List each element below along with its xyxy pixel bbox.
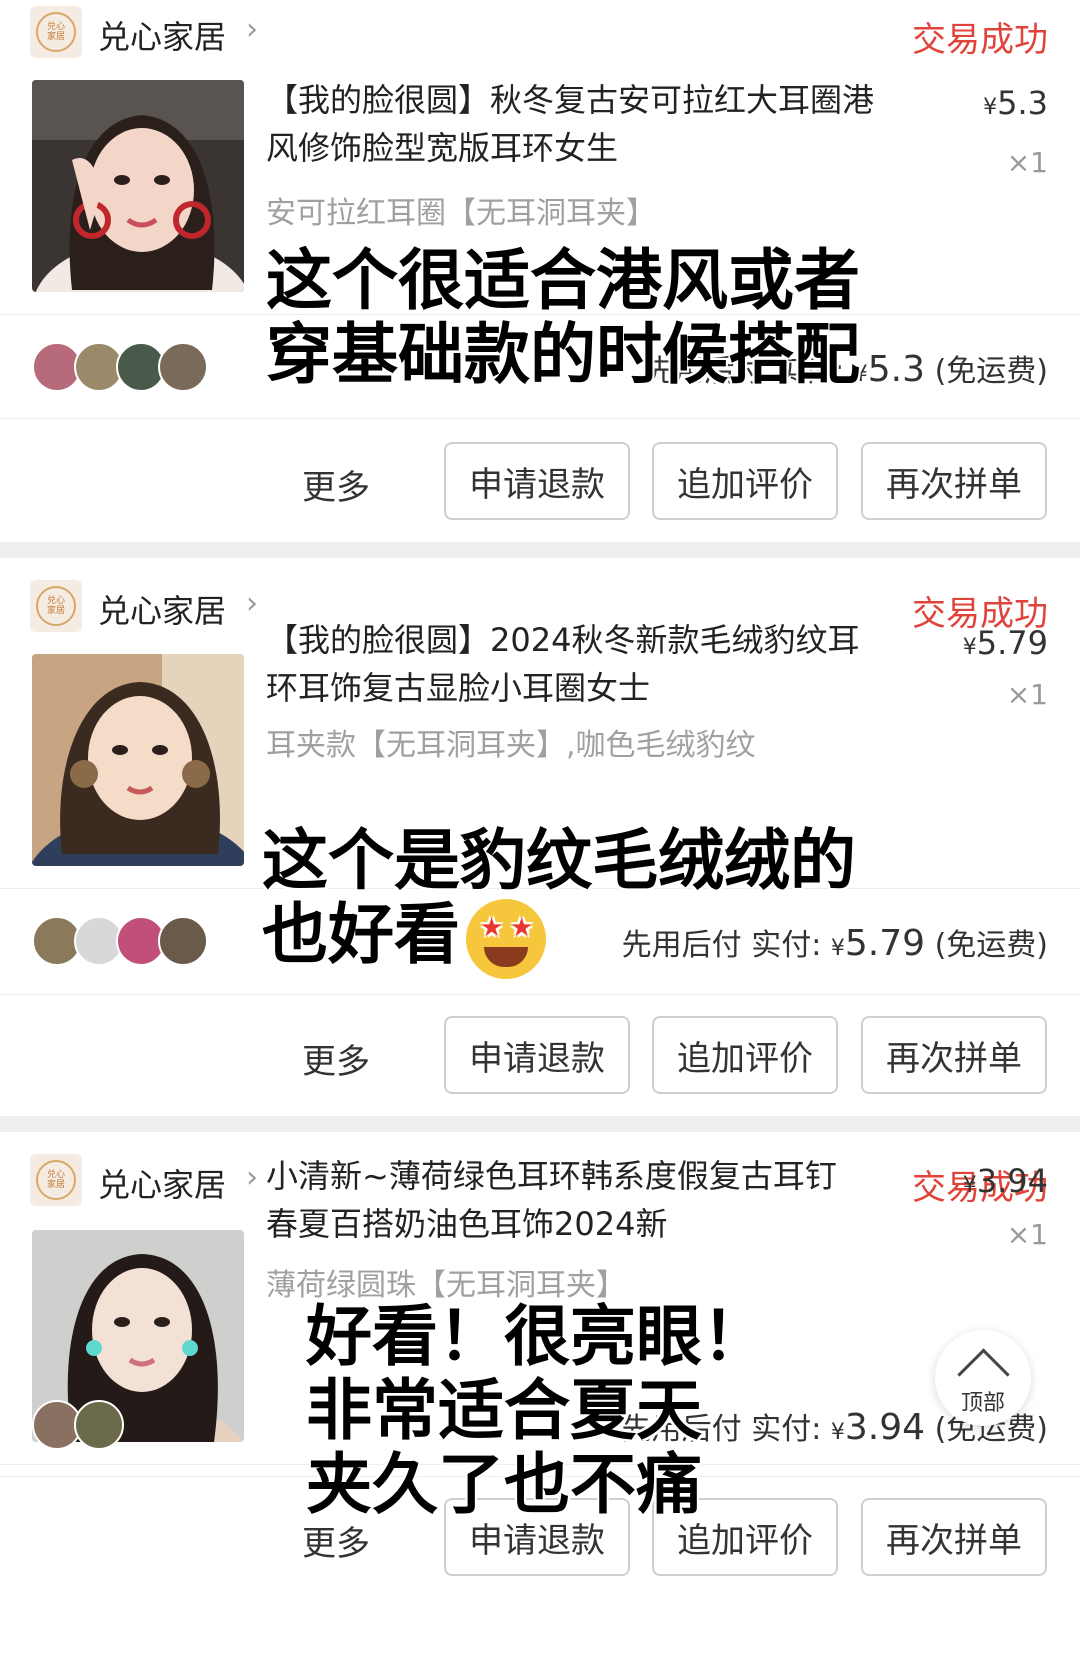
chevron-right-icon[interactable]: › — [246, 12, 258, 47]
product-image[interactable] — [32, 654, 244, 866]
reorder-button[interactable]: 再次拼单 — [861, 1498, 1047, 1576]
shop-name[interactable]: 兑心家居 — [98, 12, 226, 58]
product-sku: 耳夹款【无耳洞耳夹】,咖色毛绒豹纹 — [266, 728, 756, 763]
overlay-note: 这个是豹纹毛绒绒的 也好看 ★ ★ — [262, 824, 856, 979]
chevron-right-icon[interactable]: › — [246, 586, 258, 621]
avatar — [158, 342, 208, 392]
avatar — [74, 1400, 124, 1450]
shop-logo[interactable]: 兑心 家居 — [30, 6, 82, 58]
add-review-button[interactable]: 追加评价 — [652, 1016, 838, 1094]
product-price: ¥3.94 — [962, 1162, 1048, 1200]
product-quantity: ×1 — [1006, 146, 1048, 179]
shop-name[interactable]: 兑心家居 — [98, 1160, 226, 1206]
product-sku: 安可拉红耳圈【无耳洞耳夹】 — [266, 196, 656, 231]
back-to-top-button[interactable]: 顶部 — [935, 1330, 1031, 1426]
product-image[interactable] — [32, 80, 244, 292]
buyer-avatars — [32, 342, 212, 392]
avatar — [158, 916, 208, 966]
divider — [0, 994, 1080, 995]
add-review-button[interactable]: 追加评价 — [652, 442, 838, 520]
reorder-button[interactable]: 再次拼单 — [861, 442, 1047, 520]
star-struck-emoji-icon: ★ ★ — [466, 898, 546, 979]
chevron-right-icon[interactable]: › — [246, 1160, 258, 1195]
order-card: 兑心 家居 兑心家居 › 交易成功 【我的脸很圆】2024秋冬新款毛绒豹纹耳 环耳… — [0, 558, 1080, 1116]
order-card: 兑心 家居 兑心家居 › 交易成功 【我的脸很圆】秋冬复古安可拉红大耳圈港 风修饰… — [0, 0, 1080, 542]
refund-button[interactable]: 申请退款 — [444, 1016, 630, 1094]
more-button[interactable]: 更多 — [302, 1034, 370, 1083]
divider — [0, 418, 1080, 419]
product-quantity: ×1 — [1006, 678, 1048, 711]
buyer-avatars — [32, 1400, 132, 1450]
refund-button[interactable]: 申请退款 — [444, 442, 630, 520]
more-button[interactable]: 更多 — [302, 1516, 370, 1565]
overlay-note: 好看！很亮眼！ 非常适合夏天 夹久了也不痛 — [306, 1298, 768, 1523]
order-separator — [0, 1116, 1080, 1132]
product-price: ¥5.3 — [983, 84, 1048, 122]
shop-logo[interactable]: 兑心 家居 — [30, 580, 82, 632]
product-title-main[interactable]: 小清新~薄荷绿色耳环韩系度假复古耳钉 春夏百搭奶油色耳饰2024新 — [266, 1152, 926, 1248]
overlay-note: 这个很适合港风或者 穿基础款的时候搭配 — [266, 242, 860, 393]
order-card: 兑心 家居 兑心家居 › 交易成功 小清新~薄荷绿色耳环韩系度假复古耳钉 春夏百搭… — [0, 1132, 1080, 1667]
shop-name[interactable]: 兑心家居 — [98, 586, 226, 632]
shop-logo[interactable]: 兑心 家居 — [30, 1154, 82, 1206]
reorder-button[interactable]: 再次拼单 — [861, 1016, 1047, 1094]
product-quantity: ×1 — [1006, 1218, 1048, 1251]
product-title[interactable]: 【我的脸很圆】2024秋冬新款毛绒豹纹耳 环耳饰复古显脸小耳圈女士 — [266, 616, 926, 712]
product-price: ¥5.79 — [962, 624, 1048, 662]
product-title[interactable]: 【我的脸很圆】秋冬复古安可拉红大耳圈港 风修饰脸型宽版耳环女生 — [266, 76, 926, 172]
order-status: 交易成功 — [912, 20, 1048, 60]
order-separator — [0, 542, 1080, 558]
buyer-avatars — [32, 916, 212, 966]
more-button[interactable]: 更多 — [302, 460, 370, 509]
